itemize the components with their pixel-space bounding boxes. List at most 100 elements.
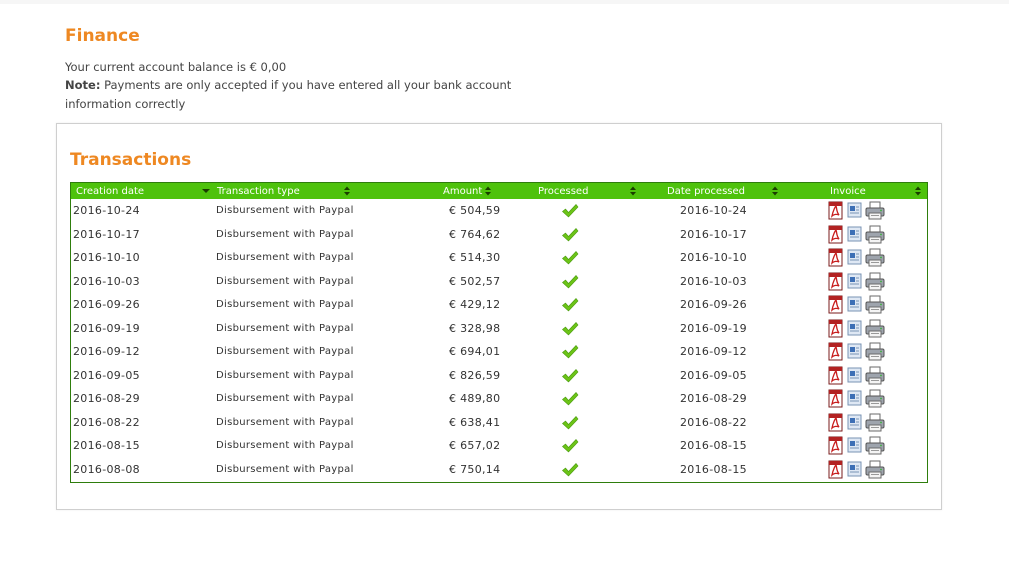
- creation-date-cell: 2016-09-05: [73, 368, 140, 382]
- note-text: Note: Payments are only accepted if you …: [65, 76, 535, 114]
- transaction-type-cell: Disbursement with Paypal: [216, 440, 354, 451]
- creation-date-cell: 2016-09-19: [73, 321, 140, 335]
- transaction-type-cell: Disbursement with Paypal: [216, 369, 354, 381]
- transaction-type-cell: Disbursement with Paypal: [216, 463, 354, 475]
- checkmark-icon: [561, 438, 579, 454]
- amount-cell: € 657,02: [449, 439, 501, 452]
- transaction-type-cell: Disbursement with Paypal: [216, 205, 354, 216]
- transaction-type-cell: Disbursement with Paypal: [216, 416, 354, 428]
- amount-cell: € 826,59: [449, 368, 501, 382]
- date-processed-cell: 2016-08-15: [680, 439, 747, 452]
- date-processed-cell: 2016-10-17: [680, 227, 747, 241]
- checkmark-icon: [561, 462, 579, 478]
- transaction-type-cell: Disbursement with Paypal: [216, 299, 354, 310]
- amount-cell: € 502,57: [449, 274, 501, 288]
- document-icon[interactable]: [847, 461, 863, 487]
- amount-cell: € 328,98: [449, 321, 501, 335]
- date-processed-cell: 2016-09-12: [680, 345, 747, 358]
- checkmark-icon: [561, 203, 579, 219]
- table-row: 2016-10-17 Disbursement with Paypal € 76…: [71, 223, 927, 246]
- col-header-transaction-type[interactable]: Transaction type: [217, 183, 300, 199]
- creation-date-cell: 2016-09-12: [73, 345, 140, 358]
- invoice-actions: [827, 389, 897, 409]
- invoice-actions: [827, 201, 897, 221]
- checkmark-icon: [561, 274, 579, 290]
- amount-cell: € 638,41: [449, 415, 501, 429]
- table-row: 2016-08-22 Disbursement with Paypal € 63…: [71, 411, 927, 434]
- creation-date-cell: 2016-08-08: [73, 462, 140, 476]
- checkmark-icon: [561, 321, 579, 337]
- table-row: 2016-09-19 Disbursement with Paypal € 32…: [71, 317, 927, 340]
- table-row: 2016-09-12 Disbursement with Paypal € 69…: [71, 340, 927, 363]
- date-processed-cell: 2016-08-15: [680, 462, 747, 476]
- amount-cell: € 764,62: [449, 227, 501, 241]
- transaction-type-cell: Disbursement with Paypal: [216, 322, 354, 334]
- creation-date-cell: 2016-08-22: [73, 415, 140, 429]
- transaction-type-cell: Disbursement with Paypal: [216, 228, 354, 240]
- checkmark-icon: [561, 250, 579, 266]
- amount-cell: € 694,01: [449, 345, 501, 358]
- table-row: 2016-08-08 Disbursement with Paypal € 75…: [71, 458, 927, 481]
- date-processed-cell: 2016-08-22: [680, 415, 747, 429]
- balance-text: Your current account balance is € 0,00: [65, 60, 287, 74]
- note-label: Note:: [65, 78, 101, 92]
- invoice-actions: [827, 225, 897, 245]
- transaction-type-cell: Disbursement with Paypal: [216, 252, 354, 263]
- transaction-type-cell: Disbursement with Paypal: [216, 275, 354, 287]
- pdf-icon[interactable]: [827, 460, 845, 488]
- amount-cell: € 489,80: [449, 392, 501, 405]
- transaction-type-cell: Disbursement with Paypal: [216, 393, 354, 404]
- invoice-actions: [827, 366, 897, 386]
- table-row: 2016-08-29 Disbursement with Paypal € 48…: [71, 387, 927, 410]
- invoice-actions: [827, 272, 897, 292]
- invoice-actions: [827, 460, 897, 480]
- col-header-date-processed[interactable]: Date processed: [667, 183, 745, 199]
- transaction-type-cell: Disbursement with Paypal: [216, 346, 354, 357]
- invoice-actions: [827, 248, 897, 268]
- sort-updown-icon[interactable]: [482, 183, 494, 199]
- creation-date-cell: 2016-08-29: [73, 392, 140, 405]
- sort-updown-icon[interactable]: [769, 183, 781, 199]
- invoice-actions: [827, 413, 897, 433]
- checkmark-icon: [561, 344, 579, 360]
- printer-icon[interactable]: [865, 460, 885, 488]
- table-row: 2016-10-03 Disbursement with Paypal € 50…: [71, 270, 927, 293]
- creation-date-cell: 2016-08-15: [73, 439, 140, 452]
- creation-date-cell: 2016-09-26: [73, 298, 140, 311]
- creation-date-cell: 2016-10-24: [73, 204, 140, 217]
- checkmark-icon: [561, 297, 579, 313]
- creation-date-cell: 2016-10-17: [73, 227, 140, 241]
- sort-updown-icon[interactable]: [627, 183, 639, 199]
- table-header: Creation date Transaction type Amount Pr…: [71, 183, 927, 199]
- creation-date-cell: 2016-10-03: [73, 274, 140, 288]
- table-row: 2016-10-24 Disbursement with Paypal € 50…: [71, 199, 927, 222]
- date-processed-cell: 2016-08-29: [680, 392, 747, 405]
- table-row: 2016-10-10 Disbursement with Paypal € 51…: [71, 246, 927, 269]
- date-processed-cell: 2016-10-10: [680, 251, 747, 264]
- transactions-title: Transactions: [70, 150, 192, 170]
- checkmark-icon: [561, 391, 579, 407]
- date-processed-cell: 2016-09-26: [680, 298, 747, 311]
- sort-down-icon[interactable]: [200, 183, 212, 199]
- amount-cell: € 504,59: [449, 204, 501, 217]
- checkmark-icon: [561, 415, 579, 431]
- invoice-actions: [827, 436, 897, 456]
- col-header-amount[interactable]: Amount: [443, 183, 482, 199]
- date-processed-cell: 2016-10-03: [680, 274, 747, 288]
- sort-updown-icon[interactable]: [341, 183, 353, 199]
- col-header-invoice[interactable]: Invoice: [830, 183, 866, 199]
- date-processed-cell: 2016-09-05: [680, 368, 747, 382]
- checkmark-icon: [561, 227, 579, 243]
- date-processed-cell: 2016-10-24: [680, 204, 747, 217]
- col-header-creation-date[interactable]: Creation date: [76, 183, 144, 199]
- creation-date-cell: 2016-10-10: [73, 251, 140, 264]
- col-header-processed[interactable]: Processed: [538, 183, 588, 199]
- checkmark-icon: [561, 368, 579, 384]
- invoice-actions: [827, 342, 897, 362]
- table-row: 2016-09-26 Disbursement with Paypal € 42…: [71, 293, 927, 316]
- table-row: 2016-09-05 Disbursement with Paypal € 82…: [71, 364, 927, 387]
- top-border: [0, 0, 1009, 4]
- sort-updown-icon[interactable]: [912, 183, 924, 199]
- invoice-actions: [827, 319, 897, 339]
- transactions-table: Creation date Transaction type Amount Pr…: [70, 182, 928, 483]
